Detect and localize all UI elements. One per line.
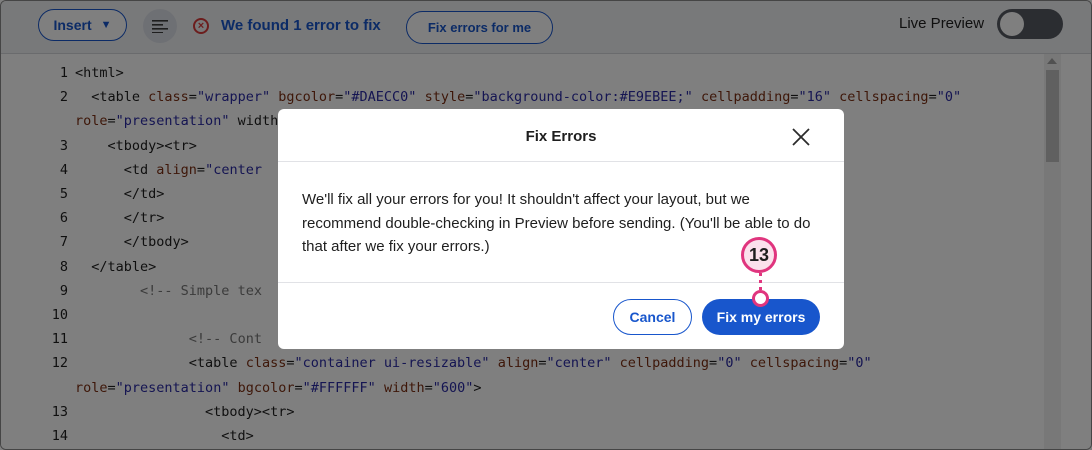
- callout-connector: [759, 273, 762, 290]
- callout-target-dot: [752, 290, 769, 307]
- close-icon[interactable]: [790, 126, 812, 148]
- fix-errors-dialog: Fix Errors We'll fix all your errors for…: [278, 109, 844, 349]
- dialog-title: Fix Errors: [525, 128, 597, 145]
- cancel-button[interactable]: Cancel: [613, 299, 692, 335]
- step-callout-badge: 13: [741, 237, 777, 273]
- dialog-header-divider: [278, 161, 844, 162]
